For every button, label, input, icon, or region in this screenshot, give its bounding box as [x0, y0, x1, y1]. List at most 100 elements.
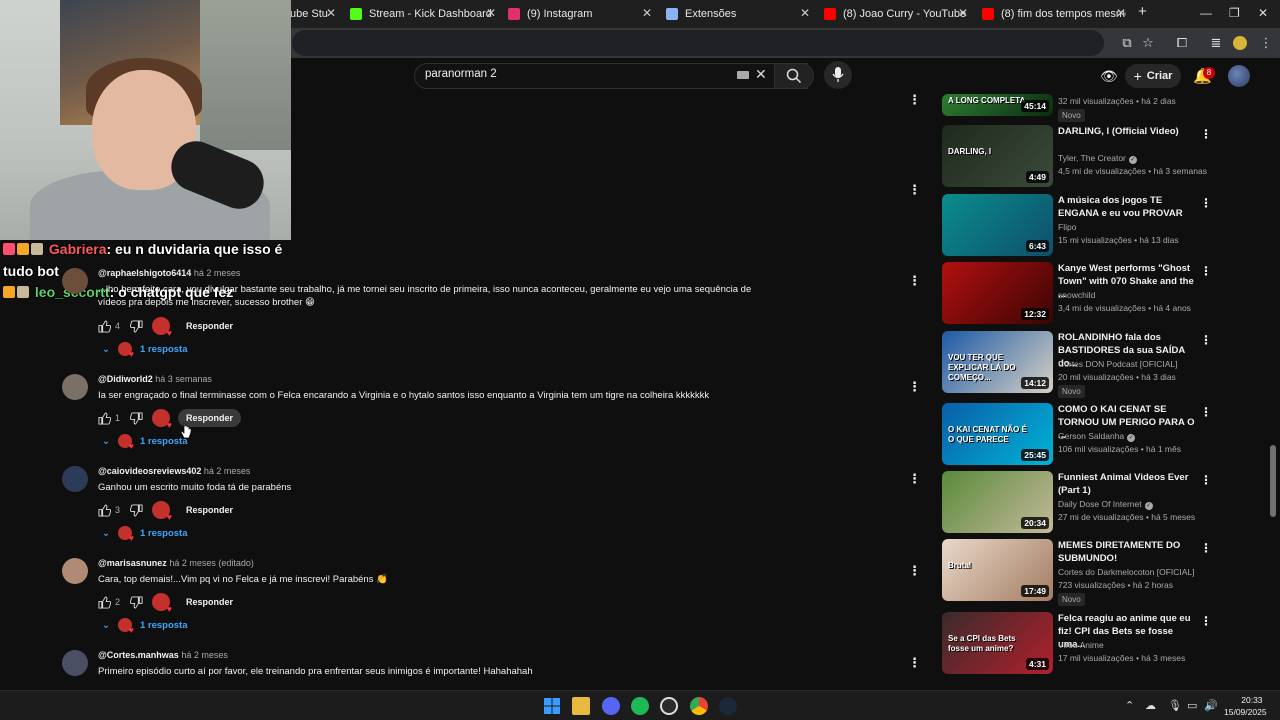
more-actions-icon[interactable]: ⋮	[1200, 614, 1212, 628]
account-avatar[interactable]	[1228, 65, 1250, 87]
more-actions-icon[interactable]: ⋮	[1200, 473, 1212, 487]
view-replies-button[interactable]: ⌄ 1 resposta	[102, 434, 188, 451]
dislike-icon[interactable]	[130, 503, 143, 517]
install-icon[interactable]: ⧉	[1119, 35, 1135, 51]
tab-fim-dos-tempos[interactable]: (8) fim dos tempos mesmo viu ✕	[982, 4, 1126, 24]
view-replies-button[interactable]: ⌄ 1 resposta	[102, 342, 188, 359]
address-bar[interactable]	[292, 30, 1104, 56]
close-icon[interactable]: ✕	[326, 6, 336, 20]
onedrive-cloud-icon[interactable]: ☁	[1145, 699, 1156, 712]
file-explorer-icon[interactable]	[572, 697, 590, 715]
more-actions-icon[interactable]: ⋮	[1200, 541, 1212, 555]
video-title[interactable]: Funniest Animal Videos Ever (Part 1)	[1058, 471, 1196, 497]
system-clock[interactable]: 20:33 15/09/2025	[1224, 694, 1267, 718]
comment-handle[interactable]: @caiovideosreviews402	[98, 466, 201, 476]
video-title[interactable]: MEMES DIRETAMENTE DO SUBMUNDO!	[1058, 539, 1196, 565]
video-thumbnail[interactable]: 20:34	[942, 471, 1053, 533]
more-actions-icon[interactable]: ⋮	[1200, 405, 1212, 419]
windows-start-icon[interactable]	[543, 697, 561, 715]
chrome-icon[interactable]	[690, 697, 708, 715]
recommended-video[interactable]: 12:32 Kanye West performs "Ghost Town" wi…	[942, 262, 1212, 326]
like-icon[interactable]	[98, 595, 111, 609]
close-icon[interactable]: ✕	[958, 6, 968, 20]
create-button[interactable]: + Criar	[1125, 64, 1181, 88]
comment-handle[interactable]: @raphaelshigoto6414	[98, 268, 191, 278]
media-icon[interactable]: ≣	[1208, 35, 1224, 51]
channel-name[interactable]: Tyler, The Creator	[1058, 153, 1126, 163]
reply-button[interactable]: Responder	[178, 593, 241, 611]
new-tab-button[interactable]: +	[1138, 3, 1147, 20]
tab-kick-dashboard[interactable]: Stream - Kick Dashboard ✕	[350, 4, 496, 24]
commenter-avatar[interactable]	[62, 650, 88, 676]
view-replies-button[interactable]: ⌄ 1 resposta	[102, 618, 188, 635]
more-actions-icon[interactable]: ⋮	[908, 92, 921, 108]
extensions-icon[interactable]: ⧠	[1174, 35, 1190, 51]
channel-name[interactable]: Virou Anime	[1058, 640, 1104, 650]
video-thumbnail[interactable]: VOU TER QUE EXPLICAR LÁ DO COMEÇO... 14:1…	[942, 331, 1053, 393]
voice-search-button[interactable]	[824, 61, 852, 89]
like-icon[interactable]	[98, 411, 111, 425]
dislike-icon[interactable]	[130, 411, 143, 425]
search-box[interactable]: ✕	[414, 63, 808, 89]
comment-handle[interactable]: @marisasnunez	[98, 558, 167, 568]
video-title[interactable]: DARLING, I (Official Video)	[1058, 125, 1196, 138]
more-actions-icon[interactable]: ⋮	[908, 471, 921, 487]
profile-avatar[interactable]	[1233, 36, 1247, 50]
tray-chevron-up-icon[interactable]: ⌃	[1125, 699, 1134, 712]
window-close-icon[interactable]: ✕	[1258, 6, 1268, 20]
browser-menu-icon[interactable]: ⋮	[1258, 35, 1274, 51]
video-thumbnail[interactable]: A LONG COMPLETA 45:14	[942, 94, 1053, 116]
video-thumbnail[interactable]: Se a CPI das Bets fosse um anime? 4:31	[942, 612, 1053, 674]
recommended-video[interactable]: VOU TER QUE EXPLICAR LÁ DO COMEÇO... 14:1…	[942, 331, 1212, 398]
channel-name[interactable]: Cortes DON Podcast [OFICIAL]	[1058, 359, 1178, 369]
search-button[interactable]	[774, 63, 814, 89]
channel-name[interactable]: Daily Dose Of Internet	[1058, 499, 1142, 509]
recommended-video[interactable]: Brutal 17:49 MEMES DIRETAMENTE DO SUBMUNDO…	[942, 539, 1212, 606]
video-title[interactable]: A música dos jogos TE ENGANA e eu vou PR…	[1058, 194, 1196, 220]
discord-icon[interactable]	[602, 697, 620, 715]
reply-button[interactable]: Responder	[178, 317, 241, 335]
recommended-video[interactable]: 20:34 Funniest Animal Videos Ever (Part 1…	[942, 471, 1212, 535]
page-scrollbar[interactable]	[1270, 445, 1276, 517]
close-icon[interactable]: ✕	[800, 6, 810, 20]
bookmark-star-icon[interactable]: ☆	[1140, 35, 1156, 51]
tab-joao-curry[interactable]: (8) Joao Curry - YouTube ✕	[824, 4, 968, 24]
reply-button[interactable]: Responder	[178, 501, 241, 519]
commenter-avatar[interactable]	[62, 466, 88, 492]
video-thumbnail[interactable]: 12:32	[942, 262, 1053, 324]
more-actions-icon[interactable]: ⋮	[1200, 264, 1212, 278]
eye-icon[interactable]: 👁	[1100, 68, 1118, 85]
volume-icon[interactable]: 🔊	[1204, 699, 1218, 712]
comment-handle[interactable]: @Cortes.manhwas	[98, 650, 179, 660]
video-thumbnail[interactable]: O KAI CENAT NÃO É O QUE PARECE 25:45	[942, 403, 1053, 465]
video-thumbnail[interactable]: DARLING, I 4:49	[942, 125, 1053, 187]
like-icon[interactable]	[98, 319, 111, 333]
recommended-video[interactable]: DARLING, I 4:49 DARLING, I (Official Video…	[942, 125, 1212, 189]
search-input[interactable]	[425, 68, 725, 80]
spotify-icon[interactable]	[631, 697, 649, 715]
steam-icon[interactable]	[719, 697, 737, 715]
dislike-icon[interactable]	[130, 319, 143, 333]
channel-name[interactable]: Gerson Saldanha	[1058, 431, 1124, 441]
obs-icon[interactable]	[660, 697, 678, 715]
keyboard-icon[interactable]	[737, 71, 749, 79]
recommended-video[interactable]: O KAI CENAT NÃO É O QUE PARECE 25:45 COMO …	[942, 403, 1212, 467]
clear-search-icon[interactable]: ✕	[755, 66, 767, 83]
more-actions-icon[interactable]: ⋮	[1200, 196, 1212, 210]
more-actions-icon[interactable]: ⋮	[1200, 127, 1212, 141]
dislike-icon[interactable]	[130, 595, 143, 609]
comment-handle[interactable]: @Didiworld2	[98, 374, 153, 384]
like-icon[interactable]	[98, 503, 111, 517]
maximize-icon[interactable]: ❐	[1229, 6, 1240, 20]
microphone-tray-icon[interactable]: 🎙	[1168, 699, 1182, 712]
view-replies-button[interactable]: ⌄ 1 resposta	[102, 526, 188, 543]
commenter-avatar[interactable]	[62, 374, 88, 400]
close-icon[interactable]: ✕	[642, 6, 652, 20]
more-actions-icon[interactable]: ⋮	[908, 182, 921, 198]
tab-youtube-studio[interactable]: ube Stu ✕	[290, 4, 336, 24]
network-icon[interactable]: ▭	[1187, 699, 1197, 712]
channel-name[interactable]: snowchild	[1058, 290, 1095, 300]
close-icon[interactable]: ✕	[1116, 6, 1126, 20]
more-actions-icon[interactable]: ⋮	[908, 655, 920, 671]
close-icon[interactable]: ✕	[486, 6, 496, 20]
